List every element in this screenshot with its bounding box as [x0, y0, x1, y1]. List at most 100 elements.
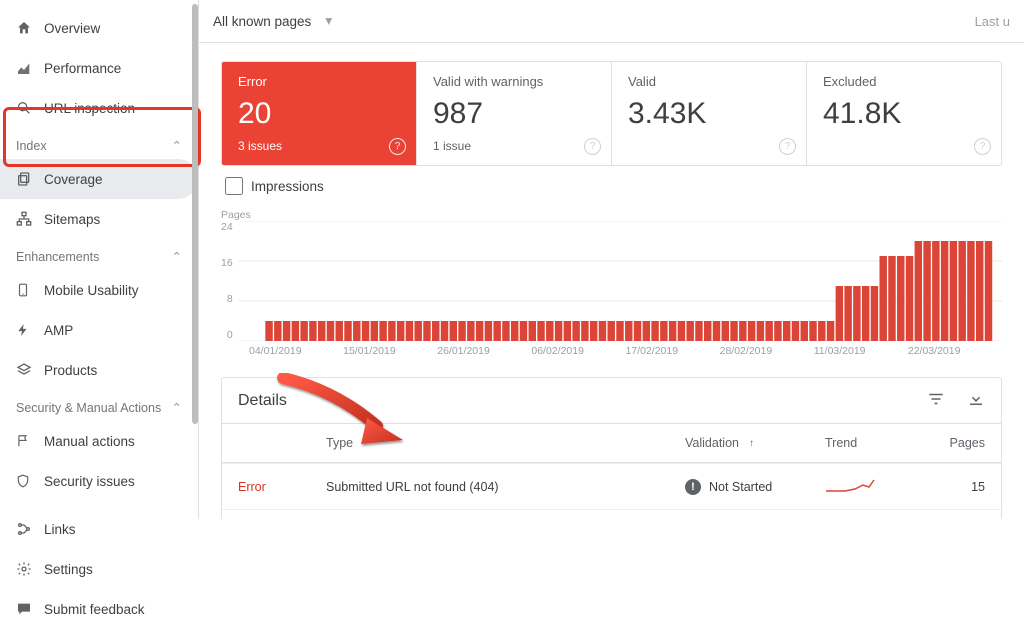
- sidebar-item-label: Manual actions: [44, 434, 135, 449]
- help-icon[interactable]: ?: [389, 138, 406, 155]
- sidebar-item-settings[interactable]: Settings: [0, 549, 198, 589]
- sidebar-item-overview[interactable]: Overview: [0, 8, 198, 48]
- col-validation[interactable]: Validation↑: [685, 436, 825, 450]
- card-excluded[interactable]: Excluded 41.8K ?: [806, 62, 1001, 165]
- main-content: All known pages ▾ Last u Error 20 3 issu…: [199, 0, 1024, 519]
- row-status: Error: [238, 480, 326, 494]
- chart-y-ticks: 24 16 8 0: [221, 221, 239, 341]
- sidebar-item-feedback[interactable]: Submit feedback: [0, 589, 198, 629]
- sidebar-item-label: Submit feedback: [44, 602, 145, 617]
- impressions-checkbox[interactable]: [225, 177, 243, 195]
- col-pages[interactable]: Pages: [925, 436, 985, 450]
- last-updated-text: Last u: [975, 14, 1010, 29]
- card-value: 41.8K: [823, 97, 985, 131]
- status-cards: Error 20 3 issues ? Valid with warnings …: [221, 61, 1002, 166]
- card-sub: 3 issues: [238, 139, 400, 153]
- shield-icon: [16, 473, 44, 489]
- row-type: Submitted URL not found (404): [326, 480, 685, 494]
- section-enhancements[interactable]: Enhancements ⌃: [0, 239, 198, 270]
- filter-icon[interactable]: [927, 390, 945, 411]
- details-header-row: Type Validation↑ Trend Pages: [222, 424, 1001, 463]
- sidebar-item-label: Overview: [44, 21, 100, 36]
- card-label: Excluded: [823, 74, 985, 89]
- bolt-icon: [16, 322, 44, 338]
- card-valid-warnings[interactable]: Valid with warnings 987 1 issue ?: [416, 62, 611, 165]
- table-row[interactable]: Error Submitted URL marked 'noindex' !No…: [222, 509, 1001, 519]
- section-title: Index: [16, 139, 47, 153]
- col-trend[interactable]: Trend: [825, 436, 925, 450]
- gear-icon: [16, 561, 44, 577]
- card-label: Valid with warnings: [433, 74, 595, 89]
- details-card: Details Type Validation↑ Trend Pages Err…: [221, 377, 1002, 519]
- sidebar-item-label: Mobile Usability: [44, 283, 139, 298]
- row-pages: 15: [925, 480, 985, 494]
- help-icon[interactable]: ?: [584, 138, 601, 155]
- sidebar-item-label: Performance: [44, 61, 121, 76]
- sidebar-item-performance[interactable]: Performance: [0, 48, 198, 88]
- sidebar-item-url-inspection[interactable]: URL inspection: [0, 88, 198, 128]
- col-type[interactable]: Type: [326, 436, 685, 450]
- checkbox-label: Impressions: [251, 179, 324, 194]
- row-validation: !Not Started: [685, 479, 825, 495]
- download-icon[interactable]: [967, 390, 985, 411]
- card-sub: 1 issue: [433, 139, 595, 153]
- help-icon[interactable]: ?: [779, 138, 796, 155]
- section-security[interactable]: Security & Manual Actions ⌃: [0, 390, 198, 421]
- details-title: Details: [238, 392, 287, 410]
- home-icon: [16, 20, 44, 36]
- card-valid[interactable]: Valid 3.43K ?: [611, 62, 806, 165]
- sidebar-item-products[interactable]: Products: [0, 350, 198, 390]
- status-dot-icon: !: [685, 479, 701, 495]
- sidebar-item-label: Settings: [44, 562, 93, 577]
- mobile-icon: [16, 282, 44, 298]
- sidebar-item-label: URL inspection: [44, 101, 135, 116]
- sidebar-item-links[interactable]: Links: [0, 509, 198, 549]
- sidebar-item-label: Links: [44, 522, 76, 537]
- chart-region: Pages 24 16 8 0 04/01/201915/01/201926/0…: [221, 200, 1002, 357]
- search-icon: [16, 100, 44, 116]
- impressions-toggle[interactable]: Impressions: [221, 174, 1002, 198]
- feedback-icon: [16, 601, 44, 617]
- sidebar-item-label: AMP: [44, 323, 73, 338]
- chart-icon: [16, 60, 44, 76]
- card-value: 20: [238, 97, 400, 131]
- sidebar-item-label: Security issues: [44, 474, 135, 489]
- caret-down-icon: ▾: [325, 13, 332, 29]
- sidebar-item-security-issues[interactable]: Security issues: [0, 461, 198, 501]
- sort-up-icon: ↑: [749, 438, 754, 449]
- sidebar-item-label: Sitemaps: [44, 212, 100, 227]
- flag-icon: [16, 433, 44, 449]
- card-value: 3.43K: [628, 97, 790, 131]
- row-trend: [825, 476, 925, 497]
- sidebar: Overview Performance URL inspection Inde…: [0, 0, 199, 519]
- chevron-up-icon: ⌃: [172, 138, 182, 153]
- section-index[interactable]: Index ⌃: [0, 128, 198, 159]
- filter-bar: All known pages ▾ Last u: [199, 0, 1024, 43]
- sidebar-scrollbar[interactable]: [192, 4, 198, 424]
- sidebar-item-sitemaps[interactable]: Sitemaps: [0, 199, 198, 239]
- section-title: Enhancements: [16, 250, 99, 264]
- chart-y-label: Pages: [221, 209, 251, 221]
- pages-filter-dropdown[interactable]: All known pages ▾: [213, 13, 332, 29]
- sidebar-item-coverage[interactable]: Coverage: [0, 159, 198, 199]
- sidebar-item-label: Coverage: [44, 172, 103, 187]
- help-icon[interactable]: ?: [974, 138, 991, 155]
- chart-x-ticks: 04/01/201915/01/201926/01/201906/02/2019…: [221, 345, 1002, 357]
- layers-icon: [16, 362, 44, 378]
- card-label: Valid: [628, 74, 790, 89]
- table-row[interactable]: Error Submitted URL not found (404) !Not…: [222, 463, 1001, 509]
- dropdown-label: All known pages: [213, 14, 311, 29]
- sidebar-item-manual-actions[interactable]: Manual actions: [0, 421, 198, 461]
- sidebar-item-amp[interactable]: AMP: [0, 310, 198, 350]
- card-error[interactable]: Error 20 3 issues ?: [222, 62, 416, 165]
- chevron-up-icon: ⌃: [172, 400, 182, 415]
- copy-icon: [16, 171, 44, 187]
- card-label: Error: [238, 74, 400, 89]
- sidebar-item-mobile-usability[interactable]: Mobile Usability: [0, 270, 198, 310]
- chevron-up-icon: ⌃: [172, 249, 182, 264]
- sidebar-item-label: Products: [44, 363, 97, 378]
- sitemap-icon: [16, 211, 44, 227]
- coverage-bar-chart[interactable]: [239, 221, 1002, 341]
- links-icon: [16, 521, 44, 537]
- section-title: Security & Manual Actions: [16, 401, 161, 415]
